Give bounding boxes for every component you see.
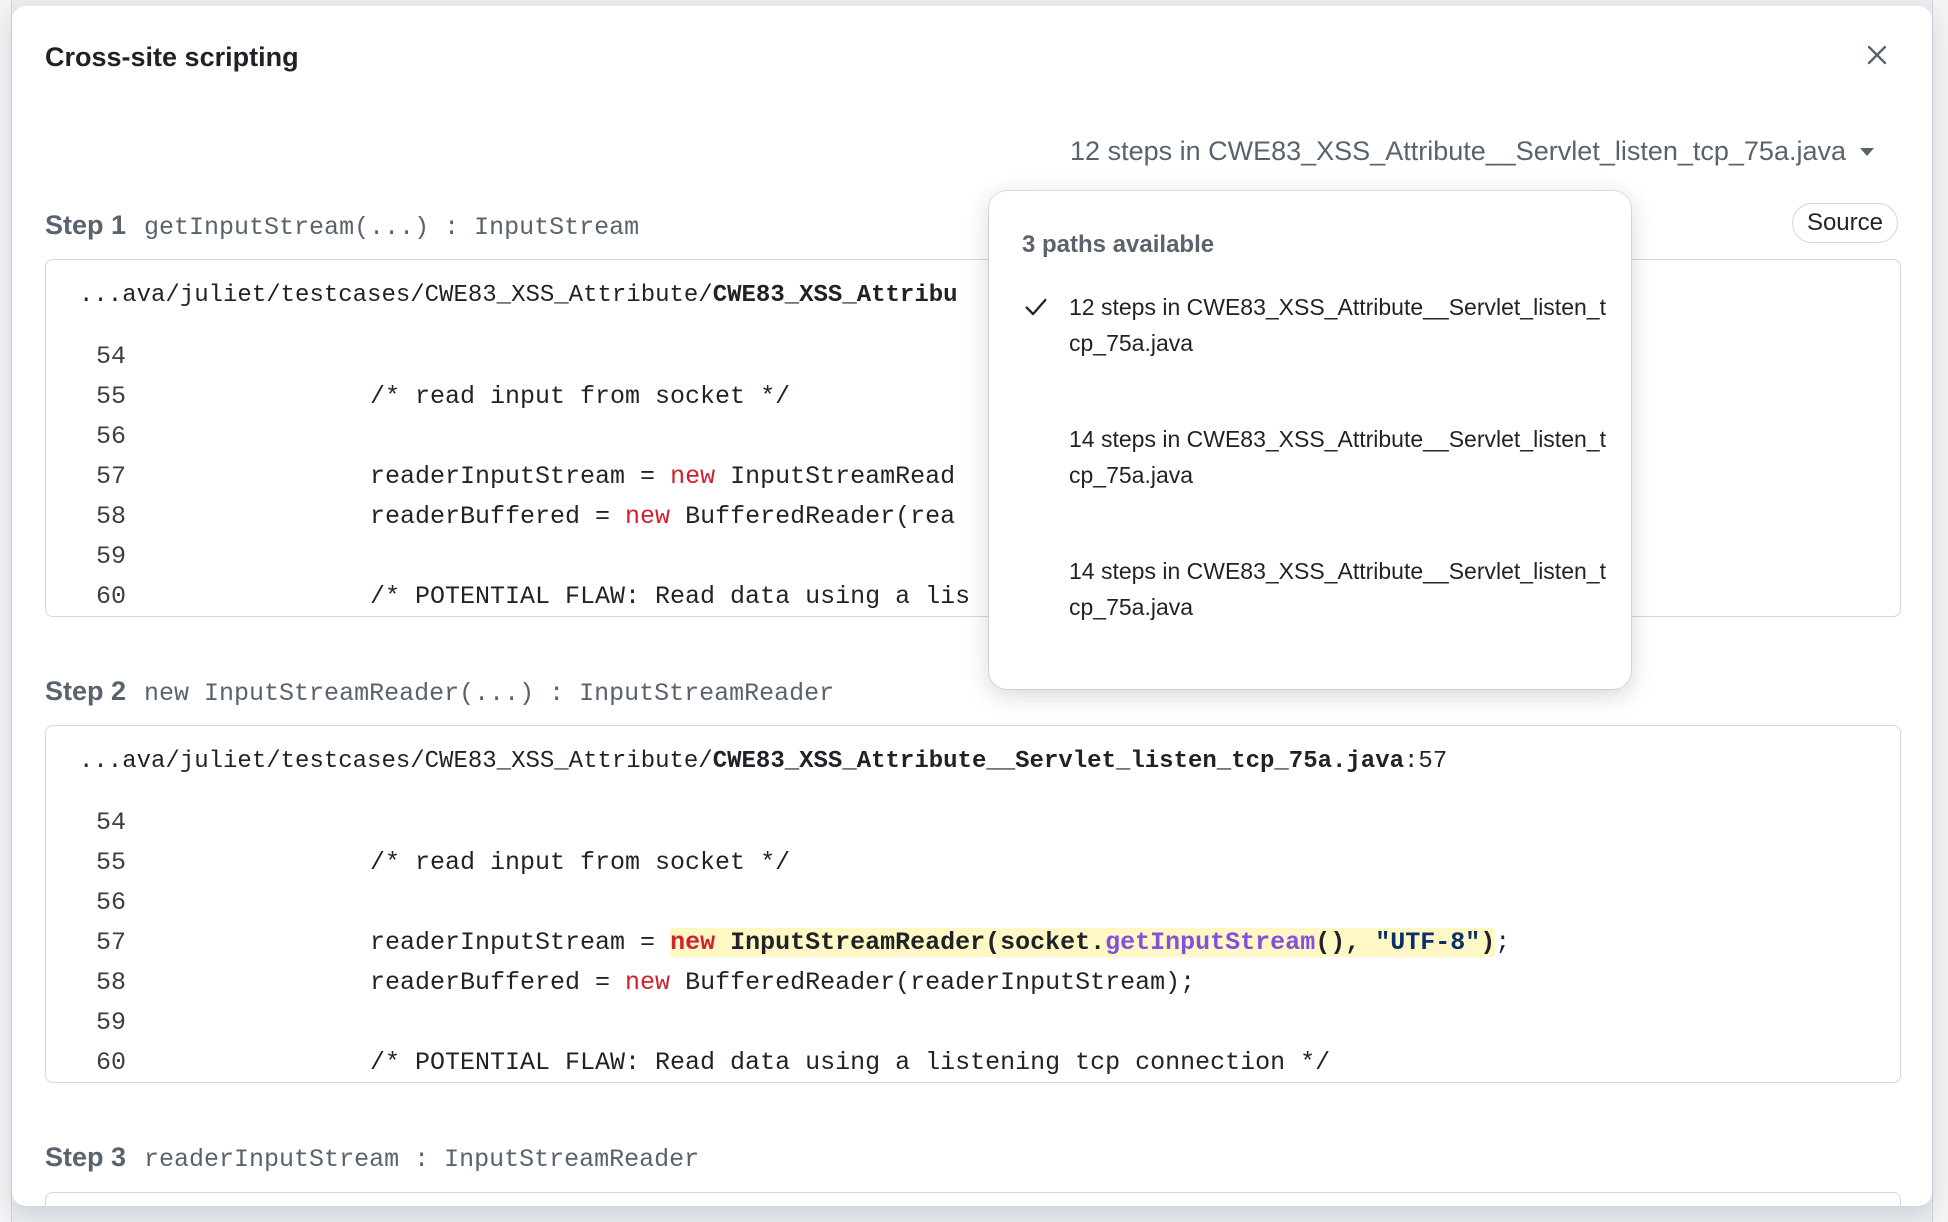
highlighted-expression: new InputStreamReader(socket.getInputStr… [670, 927, 1496, 957]
code-line: 59 [96, 1007, 127, 1037]
file-path[interactable]: ...ava/juliet/testcases/CWE83_XSS_Attrib… [79, 282, 958, 309]
code-line: 57 readerInputStream = new InputStreamRea… [96, 461, 956, 491]
step-label: Step 2 [45, 676, 127, 706]
check-icon [1025, 298, 1047, 316]
close-button[interactable] [1860, 38, 1894, 72]
background-left-edge [0, 0, 12, 1222]
code-line-highlighted: 57 readerInputStream = new InputStreamRea… [96, 927, 1511, 957]
code-line: 60/* POTENTIAL FLAW: Read data using a l… [96, 581, 971, 611]
cross-site-scripting-dialog: Cross-site scripting 12 steps in CWE83_X… [12, 6, 1932, 1206]
path-option-3[interactable]: 14 steps in CWE83_XSS_Attribute__Servlet… [989, 553, 1631, 671]
code-line: 58 readerBuffered = new BufferedReader(re… [96, 967, 1196, 997]
step-1-header: Step 1 getInputStream(...) : InputStream [45, 210, 639, 242]
step-signature: readerInputStream : InputStreamReader [144, 1145, 700, 1174]
code-line: 55/* read input from socket */ [96, 381, 791, 411]
path-option-label: 14 steps in CWE83_XSS_Attribute__Servlet… [1069, 558, 1606, 620]
code-line: 59 [96, 541, 127, 571]
path-option-label: 14 steps in CWE83_XSS_Attribute__Servlet… [1069, 426, 1606, 488]
path-selector[interactable]: 12 steps in CWE83_XSS_Attribute__Servlet… [1070, 136, 1874, 167]
step-2-code-box: ...ava/juliet/testcases/CWE83_XSS_Attrib… [45, 725, 1901, 1083]
step-3-header: Step 3 readerInputStream : InputStreamRe… [45, 1142, 699, 1174]
path-option-2[interactable]: 14 steps in CWE83_XSS_Attribute__Servlet… [989, 421, 1631, 539]
paths-dropdown-menu: 3 paths available 12 steps in CWE83_XSS_… [989, 191, 1631, 689]
close-icon [1867, 45, 1887, 65]
path-option-label: 12 steps in CWE83_XSS_Attribute__Servlet… [1069, 294, 1606, 356]
code-line: 54 [96, 807, 127, 837]
path-option-1[interactable]: 12 steps in CWE83_XSS_Attribute__Servlet… [989, 289, 1631, 407]
background-right-edge [1932, 0, 1948, 1222]
step-label: Step 1 [45, 210, 127, 240]
file-path[interactable]: ...ava/juliet/testcases/CWE83_XSS_Attrib… [79, 748, 1447, 775]
step-signature: getInputStream(...) : InputStream [144, 213, 640, 242]
source-button[interactable]: Source [1791, 203, 1898, 243]
step-2-header: Step 2 new InputStreamReader(...) : Inpu… [45, 676, 834, 708]
path-selector-label: 12 steps in CWE83_XSS_Attribute__Servlet… [1070, 136, 1846, 166]
code-line: 56 [96, 887, 127, 917]
step-3-code-box [45, 1192, 1901, 1206]
code-line: 60/* POTENTIAL FLAW: Read data using a l… [96, 1047, 1331, 1077]
dialog-title: Cross-site scripting [45, 42, 299, 72]
chevron-down-icon [1860, 147, 1874, 156]
step-signature: new InputStreamReader(...) : InputStream… [144, 679, 835, 708]
dropdown-title: 3 paths available [1022, 231, 1215, 258]
code-line: 58 readerBuffered = new BufferedReader(re… [96, 501, 956, 531]
code-line: 56 [96, 421, 127, 451]
step-label: Step 3 [45, 1142, 127, 1172]
code-line: 55/* read input from socket */ [96, 847, 791, 877]
code-line: 54 [96, 341, 127, 371]
